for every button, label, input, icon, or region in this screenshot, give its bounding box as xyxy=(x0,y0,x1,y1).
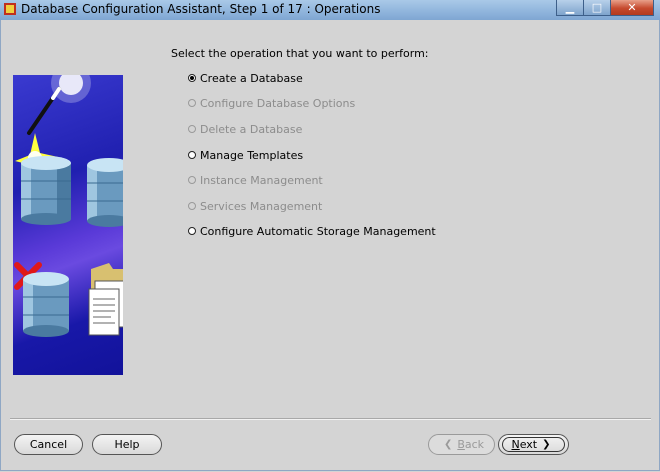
back-label: Back xyxy=(457,438,485,451)
option-delete-database: Delete a Database xyxy=(188,121,302,137)
database-configure-icon xyxy=(87,158,123,227)
close-button[interactable]: ✕ xyxy=(611,0,654,16)
radio-instance-management xyxy=(188,176,196,184)
footer-separator xyxy=(10,418,651,420)
cancel-button[interactable]: Cancel xyxy=(14,434,83,455)
option-manage-templates[interactable]: Manage Templates xyxy=(188,147,303,163)
option-create-database[interactable]: Create a Database xyxy=(188,70,303,86)
chevron-right-icon: ❯ xyxy=(542,439,551,450)
wand-icon xyxy=(27,87,61,135)
option-label: Services Management xyxy=(200,199,323,213)
minimize-icon: ▁ xyxy=(565,1,575,14)
folder-templates-icon xyxy=(88,263,123,336)
close-icon: ✕ xyxy=(627,1,637,14)
option-label: Create a Database xyxy=(200,71,303,85)
maximize-icon: □ xyxy=(591,1,603,14)
radio-configure-asm[interactable] xyxy=(188,227,196,235)
radio-configure-database-options xyxy=(188,99,196,107)
option-services-management: Services Management xyxy=(188,198,322,214)
app-icon xyxy=(4,3,16,15)
help-label: Help xyxy=(114,438,140,451)
database-create-icon xyxy=(21,156,71,225)
help-button[interactable]: Help xyxy=(92,434,162,455)
option-label: Configure Automatic Storage Management xyxy=(200,224,436,238)
cancel-label: Cancel xyxy=(29,438,68,451)
option-configure-database-options: Configure Database Options xyxy=(188,95,355,111)
maximize-button[interactable]: □ xyxy=(584,0,611,16)
next-button[interactable]: Next ❯ xyxy=(498,434,569,455)
option-label: Instance Management xyxy=(200,173,323,187)
option-label: Delete a Database xyxy=(200,122,303,136)
title-bar[interactable]: Database Configuration Assistant, Step 1… xyxy=(0,0,660,21)
option-label: Manage Templates xyxy=(200,148,304,162)
back-button: ❮ Back xyxy=(428,434,495,455)
radio-manage-templates[interactable] xyxy=(188,151,196,159)
radio-create-database[interactable] xyxy=(188,74,196,82)
option-label: Configure Database Options xyxy=(200,96,356,110)
option-instance-management: Instance Management xyxy=(188,172,323,188)
chevron-left-icon: ❮ xyxy=(443,439,453,450)
radio-services-management xyxy=(188,202,196,210)
operation-prompt: Select the operation that you want to pe… xyxy=(171,47,429,60)
minimize-button[interactable]: ▁ xyxy=(556,0,584,16)
next-label: Next xyxy=(511,438,538,451)
radio-delete-database xyxy=(188,125,196,133)
operations-illustration xyxy=(13,75,123,375)
database-delete-icon xyxy=(23,272,69,337)
option-configure-asm[interactable]: Configure Automatic Storage Management xyxy=(188,223,436,239)
window-title: Database Configuration Assistant, Step 1… xyxy=(21,2,381,16)
